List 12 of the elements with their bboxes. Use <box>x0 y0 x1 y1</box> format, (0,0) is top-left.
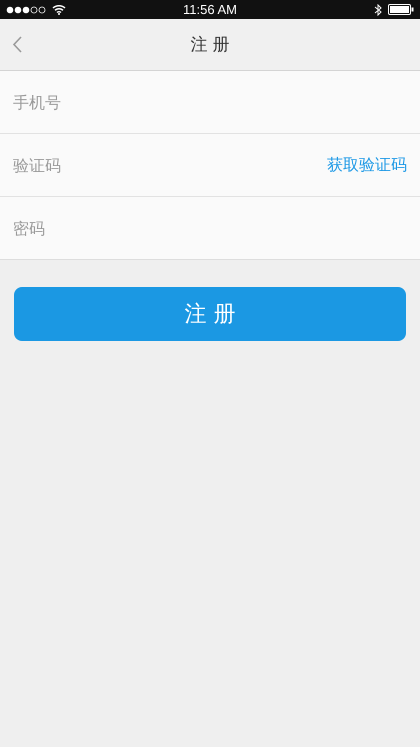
bluetooth-icon <box>374 4 382 16</box>
get-code-link[interactable]: 获取验证码 <box>327 154 407 176</box>
input-field[interactable]: 手机号 <box>13 82 407 122</box>
signal-icon <box>6 6 46 14</box>
back-icon[interactable] <box>12 36 23 53</box>
battery-icon <box>388 4 414 15</box>
clock-time: 11:56 AM <box>183 2 237 17</box>
page-title: 注 册 <box>190 34 230 56</box>
input-field[interactable]: 密码 <box>13 208 407 248</box>
wifi-icon <box>52 4 66 15</box>
input-field[interactable]: 验证码 <box>13 145 327 185</box>
register-button[interactable]: 注 册 <box>14 287 406 341</box>
